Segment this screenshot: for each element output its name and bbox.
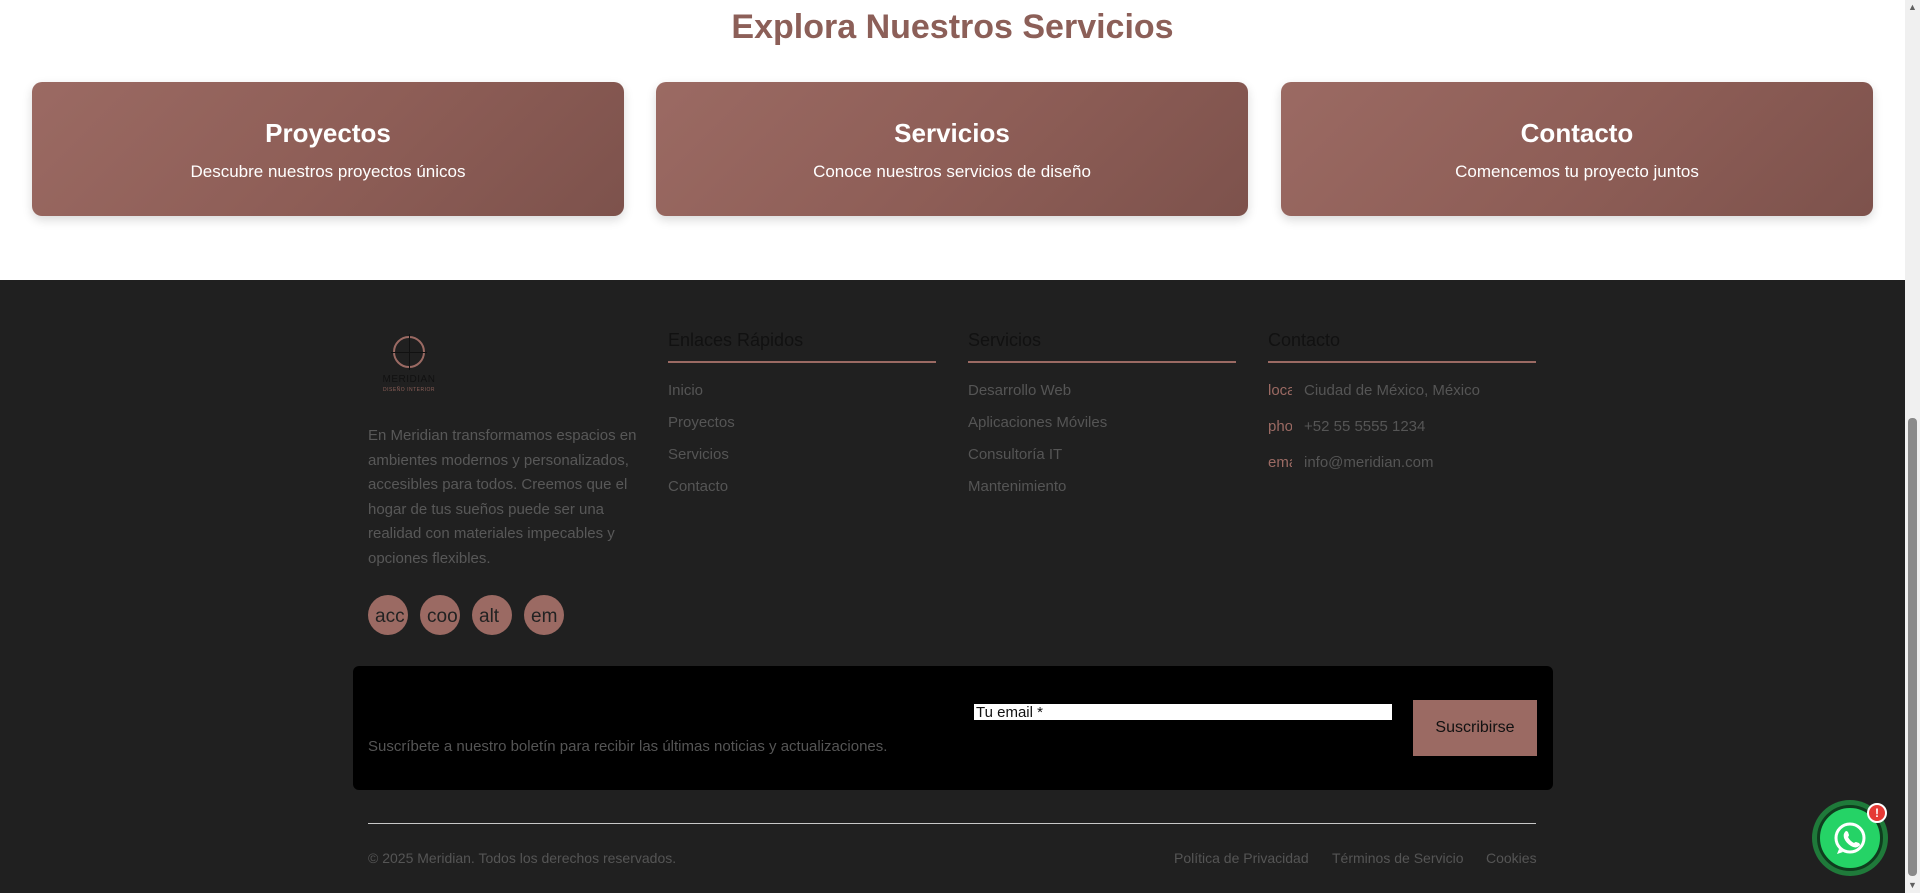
card-title: Proyectos — [265, 118, 391, 148]
scrollbar-thumb[interactable] — [1908, 418, 1917, 876]
card-description: Descubre nuestros proyectos únicos — [190, 162, 466, 181]
notification-badge: ! — [1867, 803, 1887, 823]
whatsapp-button[interactable]: ! — [1812, 800, 1888, 876]
social-link-4[interactable]: em — [524, 595, 564, 635]
footer-divider — [368, 823, 1536, 824]
location-icon: location — [1268, 382, 1292, 399]
card-servicios[interactable]: Servicios Conoce nuestros servicios de d… — [656, 82, 1248, 216]
logo-mark-icon — [391, 334, 427, 370]
contact-column-title: Contacto — [1268, 330, 1536, 363]
email-icon: email — [1268, 454, 1292, 471]
service-link-web[interactable]: Desarrollo Web — [968, 382, 1071, 399]
card-contacto[interactable]: Contacto Comencemos tu proyecto juntos — [1281, 82, 1873, 216]
scrollbar[interactable]: ▲ ▼ — [1905, 0, 1920, 893]
footer-link-inicio[interactable]: Inicio — [668, 382, 703, 399]
newsletter-box: Suscríbete a nuestro boletín para recibi… — [353, 666, 1553, 790]
service-link-mobile[interactable]: Aplicaciones Móviles — [968, 414, 1107, 431]
contact-address: Ciudad de México, México — [1304, 382, 1480, 399]
scroll-up-arrow-icon[interactable]: ▲ — [1908, 2, 1917, 12]
quick-links-title: Enlaces Rápidos — [668, 330, 936, 363]
card-proyectos[interactable]: Proyectos Descubre nuestros proyectos ún… — [32, 82, 624, 216]
service-link-maintenance[interactable]: Mantenimiento — [968, 478, 1066, 495]
footer-link-contacto[interactable]: Contacto — [668, 478, 728, 495]
card-description: Conoce nuestros servicios de diseño — [813, 162, 1091, 181]
terms-link[interactable]: Términos de Servicio — [1332, 850, 1464, 866]
page: Explora Nuestros Servicios Proyectos Des… — [0, 0, 1905, 893]
social-link-2[interactable]: coo — [420, 595, 460, 635]
contact-email: info@meridian.com — [1304, 454, 1434, 471]
services-column-title: Servicios — [968, 330, 1236, 363]
about-text: En Meridian transformamos espacios en am… — [368, 427, 637, 567]
card-title: Servicios — [894, 118, 1010, 148]
footer: MERIDIAN DISEÑO INTERIOR En Meridian tra… — [0, 280, 1905, 893]
privacy-policy-link[interactable]: Política de Privacidad — [1174, 850, 1309, 866]
footer-link-servicios[interactable]: Servicios — [668, 446, 729, 463]
services-title: Explora Nuestros Servicios — [731, 8, 1174, 46]
subscribe-button[interactable]: Suscribirse — [1413, 700, 1537, 756]
logo-name: MERIDIAN — [382, 374, 436, 385]
service-link-it[interactable]: Consultoría IT — [968, 446, 1062, 463]
footer-link-proyectos[interactable]: Proyectos — [668, 414, 735, 431]
scroll-down-arrow-icon[interactable]: ▼ — [1908, 880, 1917, 890]
logo-subtitle: DISEÑO INTERIOR — [383, 387, 435, 393]
newsletter-text: Suscríbete a nuestro boletín para recibi… — [368, 738, 888, 755]
newsletter-email-input[interactable] — [972, 702, 1394, 722]
card-title: Contacto — [1520, 118, 1634, 148]
services-section: Explora Nuestros Servicios Proyectos Des… — [0, 0, 1905, 280]
copyright-text: © 2025 Meridian. Todos los derechos rese… — [368, 850, 677, 866]
social-link-3[interactable]: alt — [472, 595, 512, 635]
social-link-1[interactable]: acc — [368, 595, 408, 635]
contact-phone: +52 55 5555 1234 — [1304, 418, 1426, 435]
phone-icon: phone — [1268, 418, 1292, 435]
meridian-logo[interactable]: MERIDIAN DISEÑO INTERIOR — [377, 334, 441, 400]
cookies-link[interactable]: Cookies — [1486, 850, 1537, 866]
card-description: Comencemos tu proyecto juntos — [1455, 162, 1699, 181]
